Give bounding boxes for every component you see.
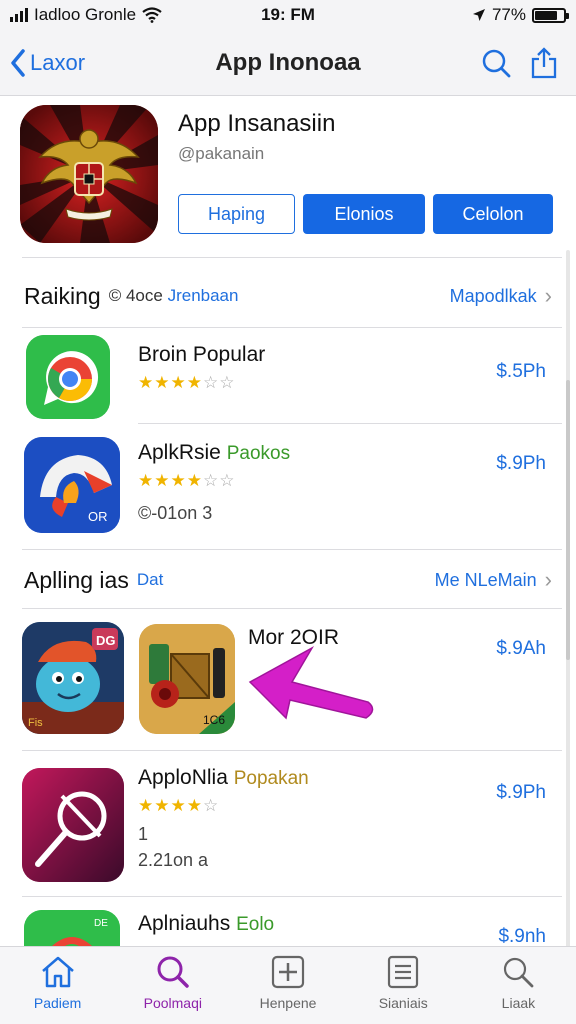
svg-text:DG: DG	[96, 633, 116, 648]
action-button-2[interactable]: Elonios	[303, 194, 425, 234]
search-icon	[157, 956, 189, 988]
price-button[interactable]: $.9Ph	[496, 453, 546, 475]
app-title: AplkRsie Paokos	[138, 441, 291, 464]
divider	[22, 257, 562, 258]
tab-label: Poolmaqi	[143, 995, 202, 1011]
tab-bar: Padiem Poolmaqi Henpene Sianiais Liaak	[0, 946, 576, 1024]
tab-search[interactable]: Poolmaqi	[115, 947, 230, 1024]
see-all-link[interactable]: Me NLeMain ›	[435, 567, 552, 593]
star-rating: ★★★★☆☆	[138, 373, 236, 392]
navigation-bar: Laxor App Inonoaa	[0, 30, 576, 96]
app-header: App Insanasiin @pakanain Haping Elonios …	[0, 96, 576, 256]
browser-app-icon	[26, 335, 110, 419]
app-icon-emblem[interactable]	[20, 105, 158, 243]
list-item[interactable]: OR AplkRsie Paokos ★★★★☆☆ ©-01on 3 $.9Ph	[0, 423, 576, 549]
section-ranking-header: Raiking © 4oce Jrenbaan Mapodlkak ›	[24, 276, 552, 316]
list-icon	[388, 955, 419, 989]
chevron-left-icon	[11, 48, 25, 77]
search-button[interactable]	[480, 47, 512, 79]
action-button-1[interactable]: Haping	[178, 194, 295, 234]
scrollbar[interactable]	[566, 250, 570, 950]
puzzle-game-icon: 1C6	[139, 624, 235, 734]
list-item[interactable]: Broin Popular ★★★★☆☆ $.5Ph	[0, 327, 576, 423]
cartoon-character-icon: DG Fis	[22, 622, 124, 734]
tab-label: Henpene	[259, 995, 317, 1011]
section-apps-header: Aplling ias Dat Me NLeMain ›	[24, 560, 552, 600]
wifi-icon	[142, 7, 162, 23]
svg-text:1C6: 1C6	[203, 713, 225, 727]
scrollbar-thumb[interactable]	[566, 380, 570, 660]
share-icon	[531, 46, 557, 78]
see-all-link[interactable]: Mapodlkak ›	[450, 283, 552, 309]
page-title: App Inonoaa	[215, 48, 361, 76]
tab-label: Sianiais	[378, 995, 428, 1011]
aplniauhs-app-icon: DE	[24, 910, 120, 946]
app-category: Popakan	[233, 768, 309, 789]
status-bar: Iadloo Gronle 19: FM 77%	[0, 0, 576, 30]
back-label: Laxor	[30, 49, 86, 75]
tab-label: Padiem	[33, 995, 82, 1011]
location-arrow-icon	[472, 9, 485, 21]
price-button[interactable]: $.9Ph	[496, 782, 546, 804]
home-icon	[41, 956, 74, 988]
price-button[interactable]: $.9Ah	[496, 638, 546, 660]
tab-search-outline[interactable]: Liaak	[461, 947, 576, 1024]
share-button[interactable]	[528, 46, 560, 79]
section-subtitle: Dat	[136, 570, 164, 589]
app-category: Eolo	[236, 914, 275, 935]
app-name: App Insanasiin	[178, 110, 336, 137]
svg-text:Fis: Fis	[28, 717, 43, 729]
star-rating: ★★★★☆☆	[138, 471, 236, 490]
aplkrsie-app-icon: OR	[24, 437, 120, 533]
app-meta-count: 1	[138, 824, 149, 844]
app-meta: 2.21on a	[138, 850, 209, 870]
app-title: Broin Popular	[138, 343, 266, 366]
section-title: Raiking	[24, 282, 101, 309]
app-developer: @pakanain	[178, 144, 265, 163]
section-title: Aplling ias	[24, 566, 129, 593]
signal-icon	[10, 8, 28, 22]
section-subtitle: © 4oce Jrenbaan	[108, 286, 239, 305]
price-button[interactable]: $.9nh	[498, 926, 546, 946]
status-time: 19: FM	[261, 5, 315, 24]
list-item[interactable]: DE Aplniauhs Eolo $.9nh	[0, 896, 576, 946]
tab-label: Liaak	[501, 995, 536, 1011]
garuda-emblem-icon	[20, 105, 158, 243]
app-title: Aplniauhs Eolo	[138, 912, 275, 935]
carrier-label: Iadloo Gronle	[34, 5, 137, 24]
tab-add[interactable]: Henpene	[230, 947, 345, 1024]
chevron-right-icon: ›	[544, 283, 552, 308]
arrow-logo-icon: OR	[24, 437, 120, 533]
cursor-arrow-annotation	[248, 646, 374, 720]
app-category: Paokos	[226, 443, 291, 464]
app-meta: ©-01on 3	[138, 503, 213, 523]
colorful-logo-icon: DE	[24, 910, 120, 946]
list-item[interactable]: ApploNlia Popakan ★★★★☆ 1 2.21on a $.9Ph	[0, 750, 576, 896]
svg-text:DE: DE	[94, 918, 108, 929]
battery-percent: 77%	[491, 5, 526, 24]
tab-home[interactable]: Padiem	[0, 947, 115, 1024]
price-button[interactable]: $.5Ph	[496, 361, 546, 383]
battery-icon	[531, 7, 569, 23]
search-outline-icon	[504, 957, 534, 988]
featured-row[interactable]: DG Fis 1C6 Mor 2OIR $.9Ah	[0, 608, 576, 750]
applonlia-app-icon	[22, 768, 124, 882]
action-button-3[interactable]: Celolon	[433, 194, 553, 234]
star-rating: ★★★★☆	[138, 796, 220, 815]
cartoon-game-icon: DG Fis	[22, 622, 124, 734]
tab-list[interactable]: Sianiais	[346, 947, 461, 1024]
chevron-right-icon: ›	[544, 567, 552, 592]
svg-text:OR: OR	[88, 509, 108, 524]
chrome-logo-icon	[26, 335, 110, 419]
divider	[22, 549, 562, 550]
app-title: ApploNlia Popakan	[138, 766, 309, 789]
back-button[interactable]: Laxor	[0, 48, 150, 77]
magnifier-logo-icon	[22, 768, 124, 882]
search-icon	[482, 49, 511, 77]
add-square-icon	[271, 955, 305, 989]
treasure-crate-icon: 1C6	[139, 624, 235, 734]
